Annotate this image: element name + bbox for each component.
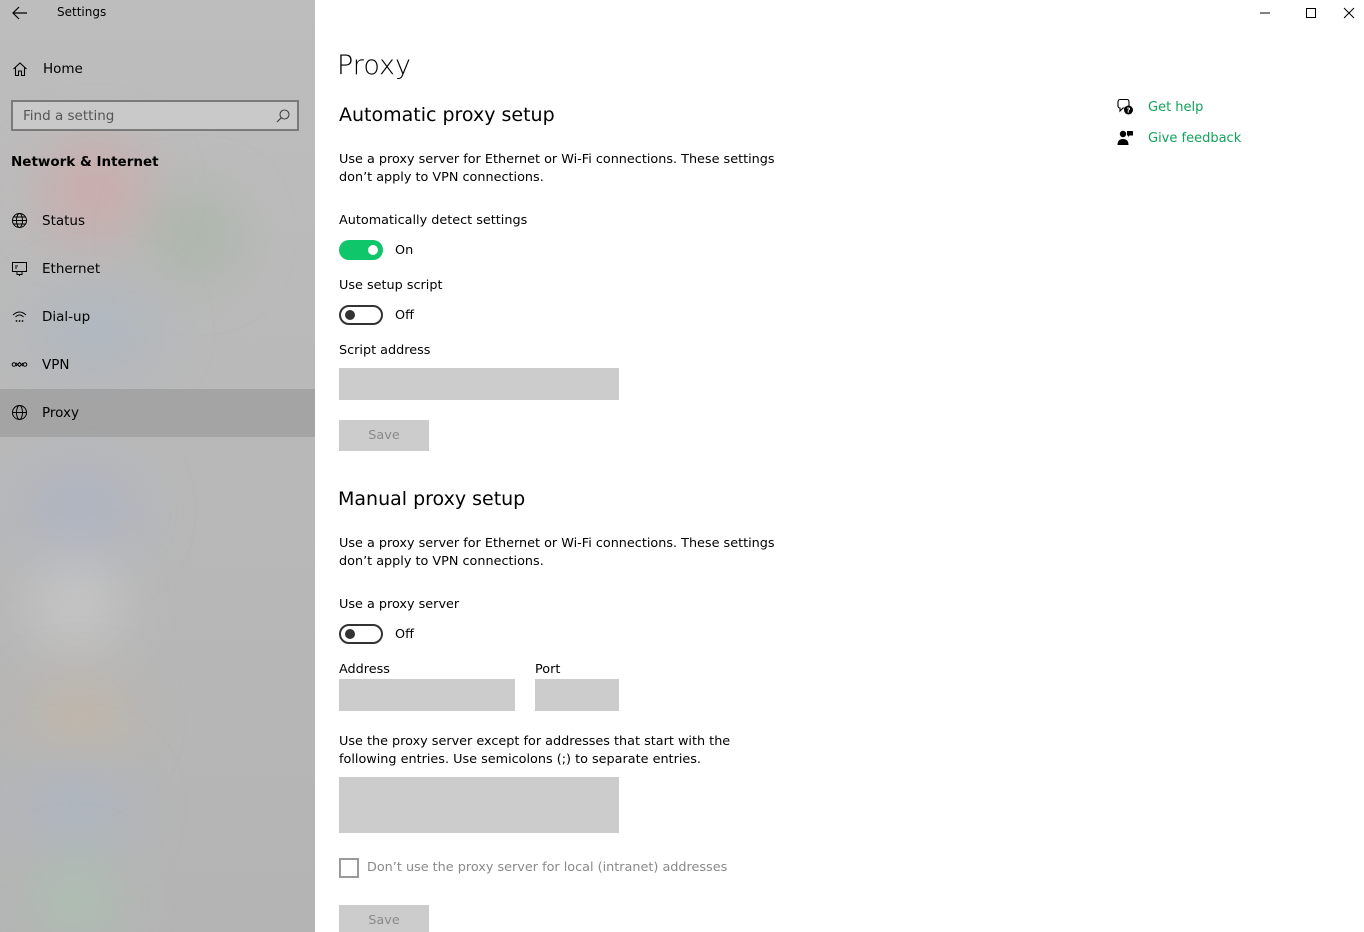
sidebar-item-home[interactable]: Home [0, 52, 315, 86]
exceptions-description: Use the proxy server except for addresse… [339, 734, 731, 767]
use-proxy-toggle[interactable] [339, 624, 383, 644]
search-placeholder: Find a setting [23, 108, 115, 124]
maximize-icon [1306, 8, 1316, 18]
feedback-icon [1117, 130, 1133, 145]
auto-detect-toggle[interactable] [339, 240, 383, 260]
close-icon [1343, 7, 1355, 19]
background-blur [30, 680, 130, 760]
app-title: Settings [57, 5, 107, 19]
sidebar-item-ethernet[interactable]: Ethernet [0, 245, 315, 293]
get-help-icon: ? [1117, 98, 1133, 115]
port-label: Port [535, 662, 561, 677]
background-blur [20, 460, 140, 560]
sidebar-item-label: Status [42, 213, 86, 229]
automatic-proxy-heading: Automatic proxy setup [339, 104, 555, 126]
give-feedback-link[interactable]: Give feedback [1116, 128, 1241, 148]
sidebar: Settings Home Find a setting Network & I… [0, 0, 315, 932]
manual-proxy-heading: Manual proxy setup [338, 488, 526, 510]
get-help-label: Get help [1148, 99, 1204, 115]
automatic-save-button[interactable]: Save [339, 420, 429, 451]
sidebar-item-label: Proxy [42, 405, 79, 421]
sidebar-item-dialup[interactable]: Dial-up [0, 293, 315, 341]
back-button[interactable] [8, 2, 32, 24]
sidebar-item-status[interactable]: Status [0, 197, 315, 245]
globe-icon [12, 405, 27, 420]
ethernet-icon [12, 262, 27, 276]
maximize-button[interactable] [1288, 0, 1334, 26]
background-blur [30, 560, 120, 650]
svg-text:?: ? [1126, 107, 1130, 115]
auto-detect-label: Automatically detect settings [339, 213, 528, 228]
manual-proxy-description: Use a proxy server for Ethernet or Wi-Fi… [339, 536, 775, 569]
background-blur [20, 760, 130, 850]
minimize-button[interactable] [1242, 0, 1288, 26]
give-feedback-label: Give feedback [1148, 130, 1242, 146]
setup-script-label: Use setup script [339, 278, 443, 293]
sidebar-section-title: Network & Internet [11, 154, 159, 170]
vpn-icon [11, 361, 28, 368]
local-addresses-checkbox[interactable] [339, 858, 359, 878]
sidebar-item-label: Dial-up [42, 309, 91, 325]
minimize-icon [1260, 12, 1270, 14]
auto-detect-state: On [395, 243, 414, 258]
sidebar-item-vpn[interactable]: VPN [0, 341, 315, 389]
arrow-left-icon [12, 6, 27, 20]
address-field[interactable] [339, 679, 515, 711]
address-label: Address [339, 662, 390, 677]
page-title: Proxy [337, 50, 411, 81]
toggle-knob [345, 629, 355, 639]
use-proxy-state: Off [395, 627, 414, 642]
manual-save-button[interactable]: Save [339, 905, 429, 932]
use-proxy-label: Use a proxy server [339, 597, 460, 612]
home-icon [13, 62, 27, 77]
port-field[interactable] [535, 679, 619, 711]
setup-script-state: Off [395, 308, 414, 323]
exceptions-field[interactable] [339, 777, 619, 833]
script-address-label: Script address [339, 343, 431, 358]
local-addresses-label: Don’t use the proxy server for local (in… [367, 860, 728, 875]
title-bar: Settings [0, 0, 315, 28]
sidebar-item-proxy[interactable]: Proxy [0, 389, 315, 437]
background-blur [30, 860, 120, 932]
sidebar-item-label: VPN [42, 357, 70, 373]
toggle-knob [368, 245, 378, 255]
get-help-link[interactable]: ? Get help [1116, 97, 1203, 117]
globe-status-icon [12, 213, 27, 228]
automatic-proxy-description: Use a proxy server for Ethernet or Wi-Fi… [339, 152, 775, 185]
search-icon [276, 109, 290, 123]
sidebar-item-label: Home [43, 61, 83, 77]
script-address-field[interactable] [339, 368, 619, 400]
sidebar-item-label: Ethernet [42, 261, 101, 277]
search-input[interactable]: Find a setting [11, 100, 299, 131]
dialup-icon [12, 311, 27, 322]
close-button[interactable] [1334, 0, 1364, 26]
setup-script-toggle[interactable] [339, 305, 383, 325]
toggle-knob [345, 310, 355, 320]
